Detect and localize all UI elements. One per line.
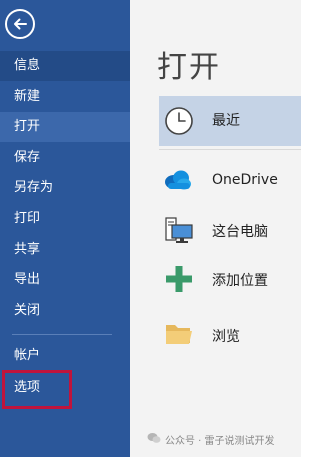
options-highlight-box	[2, 370, 72, 409]
nav-item-open[interactable]: 打开	[0, 112, 130, 142]
location-recent[interactable]: 最近	[159, 96, 301, 146]
backstage-sidebar: 信息 新建 打开 保存 另存为 打印 共享 导出 关闭 帐户 选项	[0, 0, 130, 457]
location-add-place[interactable]: 添加位置	[159, 255, 301, 301]
nav-item-save[interactable]: 保存	[0, 143, 130, 173]
back-arrow-icon	[14, 18, 27, 30]
location-divider	[159, 149, 301, 150]
nav-item-close[interactable]: 关闭	[0, 296, 130, 326]
location-onedrive-label: OneDrive	[212, 172, 278, 188]
location-onedrive[interactable]: OneDrive	[159, 157, 301, 203]
nav-item-info[interactable]: 信息	[0, 51, 130, 81]
computer-icon	[165, 217, 193, 243]
onedrive-cloud-icon	[165, 170, 191, 190]
page-title: 打开	[157, 50, 221, 85]
nav-item-share[interactable]: 共享	[0, 235, 130, 265]
clock-icon	[165, 107, 193, 135]
nav-item-print[interactable]: 打印	[0, 204, 130, 234]
location-browse-label: 浏览	[212, 329, 240, 345]
location-recent-label: 最近	[212, 113, 240, 129]
plus-icon	[166, 266, 192, 292]
nav-item-save-as[interactable]: 另存为	[0, 173, 130, 203]
location-browse[interactable]: 浏览	[159, 311, 301, 357]
watermark-text: 公众号 · 雷子说测试开发	[165, 436, 275, 447]
wechat-icon	[147, 433, 161, 443]
nav-divider	[12, 334, 112, 335]
nav-item-new[interactable]: 新建	[0, 82, 130, 112]
folder-icon	[166, 325, 192, 344]
nav-item-account[interactable]: 帐户	[0, 341, 130, 371]
back-button[interactable]	[5, 9, 35, 39]
nav-item-export[interactable]: 导出	[0, 265, 130, 295]
location-this-pc[interactable]: 这台电脑	[159, 206, 301, 252]
backstage-view: 信息 新建 打开 保存 另存为 打印 共享 导出 关闭 帐户 选项 打开 最近 …	[0, 0, 301, 457]
location-add-place-label: 添加位置	[212, 273, 268, 289]
location-this-pc-label: 这台电脑	[212, 224, 268, 240]
